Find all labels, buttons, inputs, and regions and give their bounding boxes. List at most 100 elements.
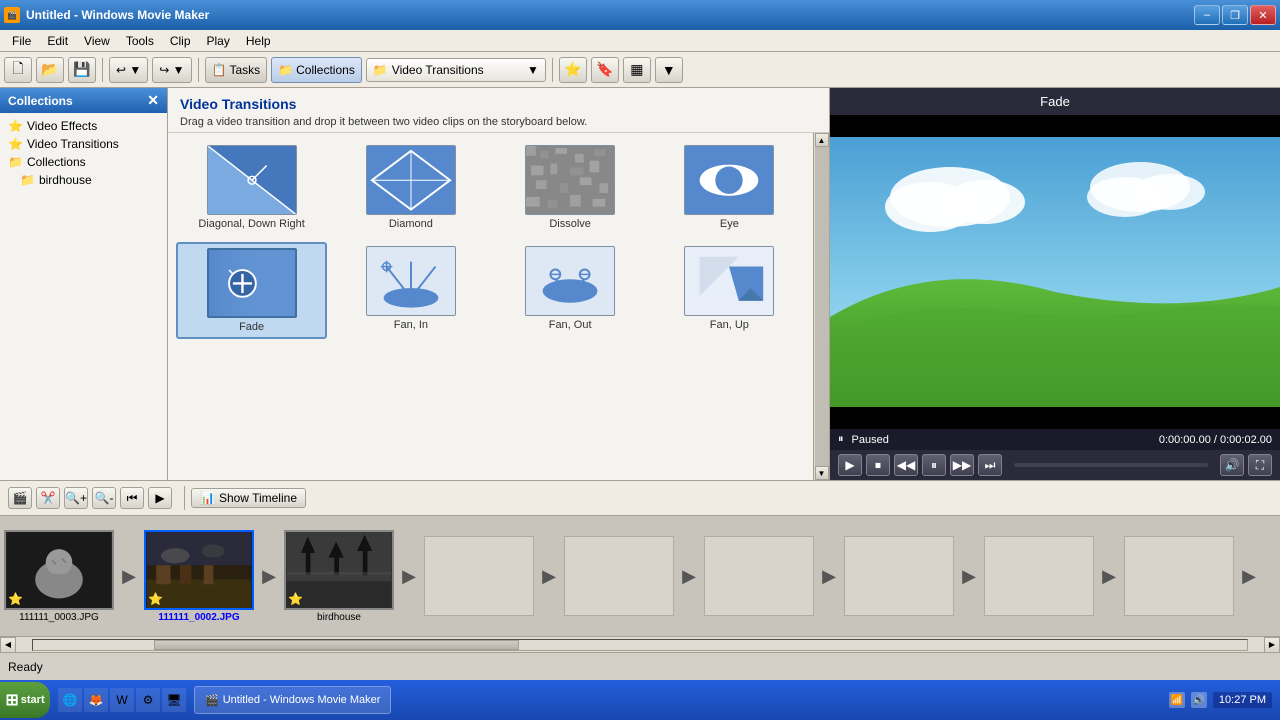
scroll-track[interactable] [32,639,1248,651]
toolbar-btn-grid[interactable]: ▦ [623,57,651,83]
transition-fan-in[interactable]: Fan, In [335,242,486,339]
storyboard-icon-btn-zoom-in[interactable]: 🔍+ [64,487,88,509]
transition-thumb-fan-out [525,246,615,316]
scroll-up-arrow[interactable]: ▲ [815,133,829,147]
collection-dropdown[interactable]: 📁 Video Transitions ▼ [366,58,546,82]
transitions-scrollbar[interactable]: ▲ ▼ [813,133,829,480]
transition-label-eye: Eye [720,218,739,230]
story-arrow-5[interactable]: ▶ [674,536,704,616]
end-button[interactable]: ⏭ [978,454,1002,476]
status-text: Ready [8,660,43,674]
ie-icon[interactable]: 🌐 [58,688,82,712]
menu-edit[interactable]: Edit [39,32,76,50]
scroll-left-btn[interactable]: ◀ [0,637,16,653]
story-arrow-end[interactable]: ▶ [1234,536,1264,616]
fullscreen-button[interactable]: ⛶ [1248,454,1272,476]
transition-fan-up[interactable]: Fan, Up [654,242,805,339]
toolbar-btn-view-arrow[interactable]: ▼ [655,57,683,83]
story-clip-1[interactable]: ⭐ 111111_0003.JPG [4,530,114,623]
collections-button[interactable]: 📁 Collections [271,57,362,83]
menu-bar: File Edit View Tools Clip Play Help [0,30,1280,52]
story-arrow-1[interactable]: ▶ [114,536,144,616]
transition-diagonal-down-right[interactable]: Diagonal, Down Right [176,141,327,234]
story-empty-5 [984,536,1094,616]
preview-title: Fade [830,88,1280,115]
save-button[interactable]: 💾 [68,57,96,83]
storyboard-icon-btn-back[interactable]: ⏮ [120,487,144,509]
story-clip-2[interactable]: ⭐ 111111_0002.JPG [144,530,254,623]
story-arrow-8[interactable]: ▶ [1094,536,1124,616]
menu-play[interactable]: Play [199,32,238,50]
scroll-thumb[interactable] [154,640,518,650]
story-clip-3[interactable]: ⭐ birdhouse [284,530,394,623]
tasks-button[interactable]: 📋 Tasks [205,57,268,83]
toolbar-sep2 [198,58,199,82]
tree-item-video-transitions[interactable]: ⭐ Video Transitions [4,135,163,153]
tree-item-birdhouse[interactable]: 📁 birdhouse [4,171,163,189]
volume-button[interactable]: 🔊 [1220,454,1244,476]
play-button[interactable]: ▶ [838,454,862,476]
transition-diamond[interactable]: Diamond [335,141,486,234]
transition-eye[interactable]: Eye [654,141,805,234]
prev-frame-button[interactable]: ◀◀ [894,454,918,476]
open-button[interactable]: 📂 [36,57,64,83]
undo-button[interactable]: ↩ ▼ [109,57,148,83]
story-arrow-2[interactable]: ▶ [254,536,284,616]
show-timeline-button[interactable]: 📊 Show Timeline [191,488,306,508]
minimize-button[interactable]: – [1194,5,1220,25]
star-icon-2: ⭐ [8,137,23,151]
transition-fan-out[interactable]: Fan, Out [495,242,646,339]
menu-tools[interactable]: Tools [118,32,162,50]
transition-label-fan-out: Fan, Out [549,319,592,331]
tree-label-collections: Collections [27,155,86,169]
toolbar-btn-bookmark[interactable]: 🔖 [591,57,619,83]
tree-item-collections[interactable]: 📁 Collections [4,153,163,171]
menu-help[interactable]: Help [238,32,279,50]
tray-icon-1[interactable]: 📶 [1169,692,1185,708]
new-button[interactable]: 🗋 [4,57,32,83]
redo-button[interactable]: ↪ ▼ [152,57,191,83]
tasks-label: Tasks [229,63,260,77]
transition-thumb-fade [207,248,297,318]
restore-button[interactable]: ❐ [1222,5,1248,25]
start-button[interactable]: ⊞ start [0,682,50,718]
menu-view[interactable]: View [76,32,118,50]
storyboard-icon-btn-2[interactable]: ✂️ [36,487,60,509]
word-icon[interactable]: W [110,688,134,712]
left-panel-tree: ⭐ Video Effects ⭐ Video Transitions 📁 Co… [0,113,167,480]
story-arrow-4[interactable]: ▶ [534,536,564,616]
scroll-right-btn[interactable]: ▶ [1264,637,1280,653]
close-button[interactable]: ✕ [1250,5,1276,25]
stop-button[interactable]: ⏹ [866,454,890,476]
story-arrow-3[interactable]: ▶ [394,536,424,616]
settings-icon[interactable]: ⚙ [136,688,160,712]
storyboard-icon-btn-play[interactable]: ▶ [148,487,172,509]
transition-fade[interactable]: Fade [176,242,327,339]
menu-file[interactable]: File [4,32,39,50]
tree-item-video-effects[interactable]: ⭐ Video Effects [4,117,163,135]
toolbar-btn-star[interactable]: ⭐ [559,57,587,83]
story-arrow-6[interactable]: ▶ [814,536,844,616]
quick-launch: 🌐 🦊 W ⚙ 🖥 [58,688,186,712]
scroll-down-arrow[interactable]: ▼ [815,466,829,480]
clip3-label: birdhouse [317,612,361,623]
story-arrow-7[interactable]: ▶ [954,536,984,616]
volume-slider[interactable] [1014,463,1208,467]
pause-button[interactable]: ⏸ [922,454,946,476]
next-frame-button[interactable]: ▶▶ [950,454,974,476]
menu-clip[interactable]: Clip [162,32,199,50]
collections-label: Collections [296,63,355,77]
storyboard-icon-btn-zoom-out[interactable]: 🔍- [92,487,116,509]
transition-dissolve[interactable]: Dissolve [495,141,646,234]
main-content: Collections ✕ ⭐ Video Effects ⭐ Video Tr… [0,88,1280,480]
firefox-icon[interactable]: 🦊 [84,688,108,712]
folder-icon-birdhouse: 📁 [20,173,35,187]
transition-thumb-fan-in [366,246,456,316]
left-panel-close[interactable]: ✕ [147,92,159,109]
tray-icon-2[interactable]: 🔊 [1191,692,1207,708]
scroll-thumb-area[interactable] [815,147,829,466]
desktop-icon[interactable]: 🖥 [162,688,186,712]
taskbar-movie-maker[interactable]: 🎬 Untitled - Windows Movie Maker [194,686,391,714]
storyboard-scrollbar[interactable]: ◀ ▶ [0,636,1280,652]
storyboard-icon-btn-1[interactable]: 🎬 [8,487,32,509]
